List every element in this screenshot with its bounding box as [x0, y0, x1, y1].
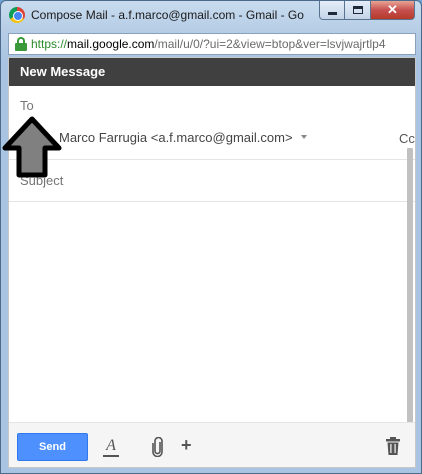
close-button[interactable]: ✕ [371, 1, 415, 20]
plus-icon[interactable]: + [181, 435, 192, 456]
address-bar[interactable]: https://mail.google.com/mail/u/0/?ui=2&v… [8, 33, 416, 55]
from-selector[interactable]: Marco Farrugia <a.f.marco@gmail.com> [59, 130, 293, 145]
format-text-icon[interactable]: A [103, 437, 119, 457]
cc-link[interactable]: Cc [399, 131, 415, 146]
to-field[interactable]: To [20, 98, 34, 113]
dropdown-caret-icon[interactable] [301, 135, 307, 139]
url-path: /mail/u/0/?ui=2&view=btop&ver=lsvjwajrtl… [154, 37, 386, 51]
scrollbar[interactable] [407, 148, 413, 428]
message-body[interactable] [9, 202, 415, 422]
compose-header: New Message [9, 58, 415, 86]
minimize-icon [327, 11, 337, 15]
paperclip-icon[interactable] [151, 437, 165, 457]
lock-icon [15, 37, 27, 51]
minimize-button[interactable] [319, 1, 345, 20]
scroll-thumb[interactable] [407, 148, 413, 423]
window-controls: ✕ [319, 1, 415, 20]
url-host: mail.google.com [67, 37, 155, 51]
browser-window: Compose Mail - a.f.marco@gmail.com - Gma… [0, 0, 422, 474]
compose-window: New Message To Marco Farrugia <a.f.marco… [8, 57, 416, 468]
subject-input[interactable] [20, 173, 400, 188]
trash-icon[interactable] [386, 437, 400, 455]
window-title: Compose Mail - a.f.marco@gmail.com - Gma… [31, 8, 304, 22]
chrome-icon [9, 7, 25, 23]
up-arrow-annotation-icon [2, 116, 62, 178]
title-bar: Compose Mail - a.f.marco@gmail.com - Gma… [1, 1, 421, 31]
maximize-icon [352, 6, 363, 14]
close-icon: ✕ [387, 2, 398, 17]
maximize-button[interactable] [345, 1, 371, 20]
url-scheme: https:// [31, 37, 68, 51]
send-button[interactable]: Send [17, 433, 88, 461]
compose-toolbar: Send A + [9, 422, 415, 467]
